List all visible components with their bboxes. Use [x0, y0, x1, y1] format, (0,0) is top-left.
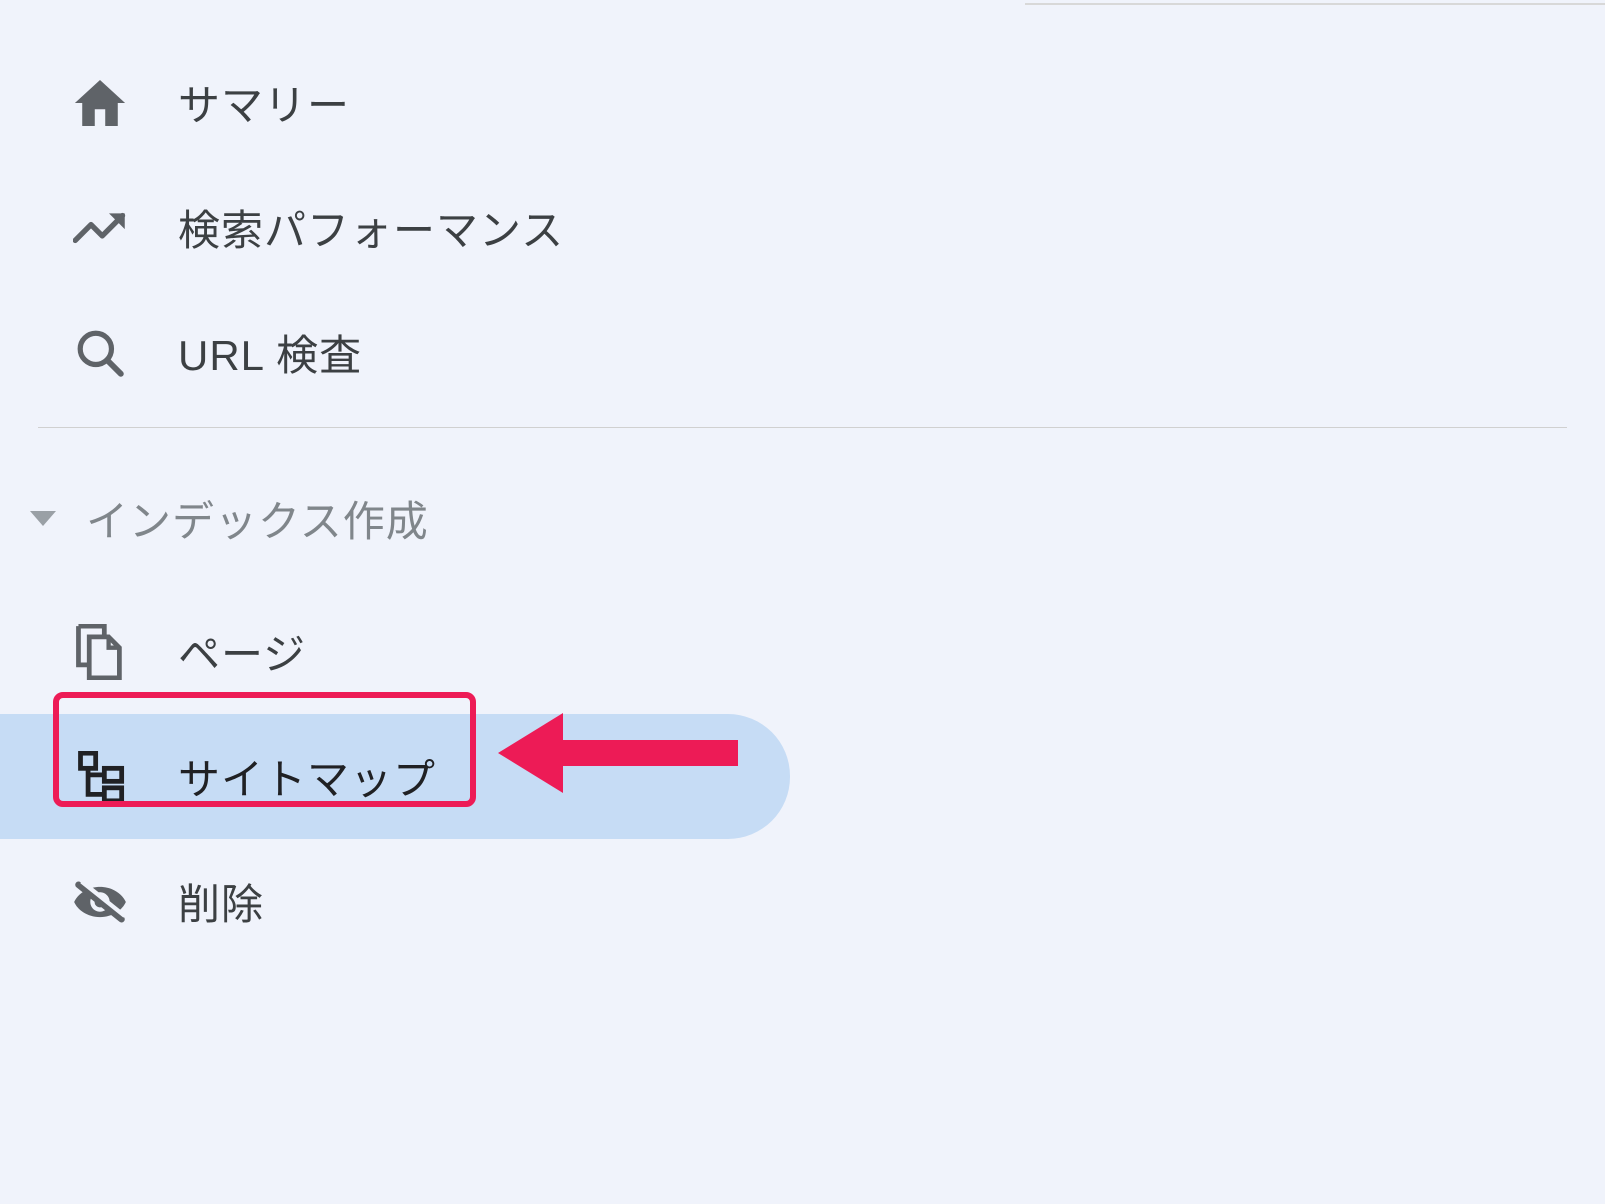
sidebar-item-sitemaps[interactable]: サイトマップ [0, 714, 790, 839]
sidebar-item-url-inspect[interactable]: URL 検査 [0, 290, 1605, 415]
sidebar-item-label: 削除 [178, 871, 264, 932]
pages-icon [72, 624, 128, 680]
caret-down-icon [30, 511, 56, 526]
top-divider-line [1025, 3, 1605, 5]
sidebar-item-label: ページ [178, 621, 306, 682]
visibility-off-icon [72, 874, 128, 930]
sidebar-item-summary[interactable]: サマリー [0, 40, 1605, 165]
home-icon [72, 75, 128, 131]
section-divider [38, 427, 1567, 428]
sidebar-item-removals[interactable]: 削除 [0, 839, 1605, 964]
sidebar-nav: サマリー 検索パフォーマンス URL 検査 インデックス作成 [0, 0, 1605, 964]
section-header-indexing[interactable]: インデックス作成 [0, 448, 1605, 589]
sidebar-item-label: サマリー [178, 72, 350, 133]
sidebar-item-label: URL 検査 [178, 322, 362, 383]
sidebar-item-performance[interactable]: 検索パフォーマンス [0, 165, 1605, 290]
trending-up-icon [72, 200, 128, 256]
sidebar-item-label: 検索パフォーマンス [178, 197, 564, 258]
search-icon [72, 325, 128, 381]
sidebar-item-label: サイトマップ [178, 746, 436, 807]
sidebar-item-pages[interactable]: ページ [0, 589, 1605, 714]
section-label: インデックス作成 [86, 488, 429, 549]
sitemap-icon [72, 749, 128, 805]
